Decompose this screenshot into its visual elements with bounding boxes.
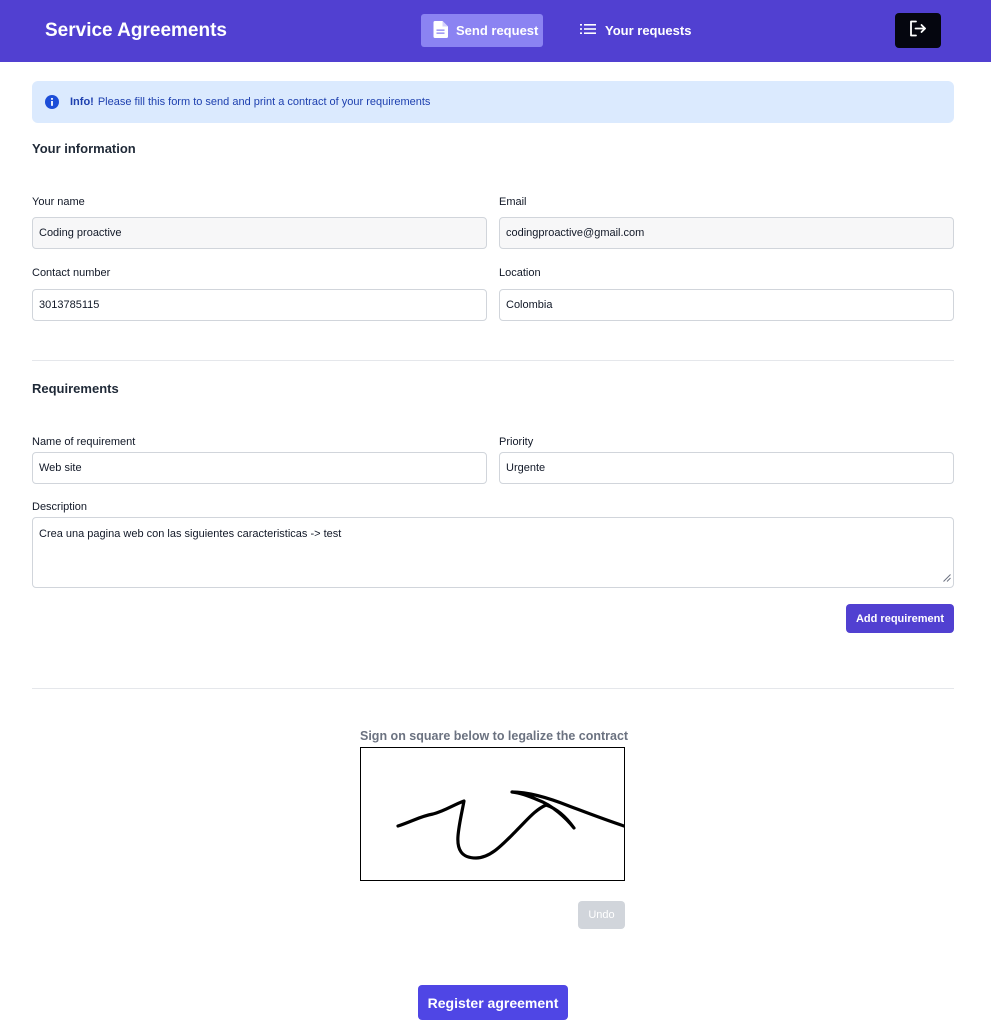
signature-pad[interactable] <box>360 747 626 881</box>
contact-label: Contact number <box>32 267 111 279</box>
signature-stroke <box>396 790 626 860</box>
email-label: Email <box>499 196 527 208</box>
priority-field[interactable]: Urgente <box>499 452 954 484</box>
nav-send-request[interactable]: Send request <box>421 14 543 47</box>
description-text: Crea una pagina web con las siguientes c… <box>39 528 342 540</box>
nav-your-requests[interactable]: Your requests <box>580 14 691 47</box>
description-textarea[interactable]: Crea una pagina web con las siguientes c… <box>32 517 954 588</box>
divider <box>32 688 954 689</box>
document-icon <box>433 20 456 41</box>
list-icon <box>580 23 605 38</box>
info-icon <box>45 95 59 109</box>
name-label: Your name <box>32 196 85 208</box>
nav-requests-label: Your requests <box>605 23 692 38</box>
location-label: Location <box>499 267 541 279</box>
divider <box>32 360 954 361</box>
section-requirements: Requirements <box>32 381 119 396</box>
info-alert: Info! Please fill this form to send and … <box>32 81 954 123</box>
logout-button[interactable] <box>895 13 941 48</box>
contact-field[interactable]: 3013785115 <box>32 289 487 321</box>
navbar: Service Agreements Send request Your req… <box>0 0 991 62</box>
undo-button[interactable]: Undo <box>578 901 625 929</box>
resize-grip-icon[interactable] <box>943 573 951 585</box>
add-requirement-button[interactable]: Add requirement <box>846 604 954 633</box>
priority-label: Priority <box>499 436 534 448</box>
requirement-name-label: Name of requirement <box>32 436 136 448</box>
alert-strong: Info! <box>70 96 94 108</box>
email-field[interactable]: codingproactive@gmail.com <box>499 217 954 249</box>
description-label: Description <box>32 501 88 513</box>
nav-send-label: Send request <box>456 23 539 38</box>
name-field[interactable]: Coding proactive <box>32 217 487 249</box>
signature-label: Sign on square below to legalize the con… <box>360 729 629 743</box>
brand-title: Service Agreements <box>45 20 228 41</box>
section-your-information: Your information <box>32 141 136 156</box>
requirement-name-field[interactable]: Web site <box>32 452 487 484</box>
logout-icon <box>909 20 927 42</box>
register-agreement-button[interactable]: Register agreement <box>418 985 568 1020</box>
alert-text: Please fill this form to send and print … <box>97 96 431 108</box>
location-field[interactable]: Colombia <box>499 289 954 321</box>
